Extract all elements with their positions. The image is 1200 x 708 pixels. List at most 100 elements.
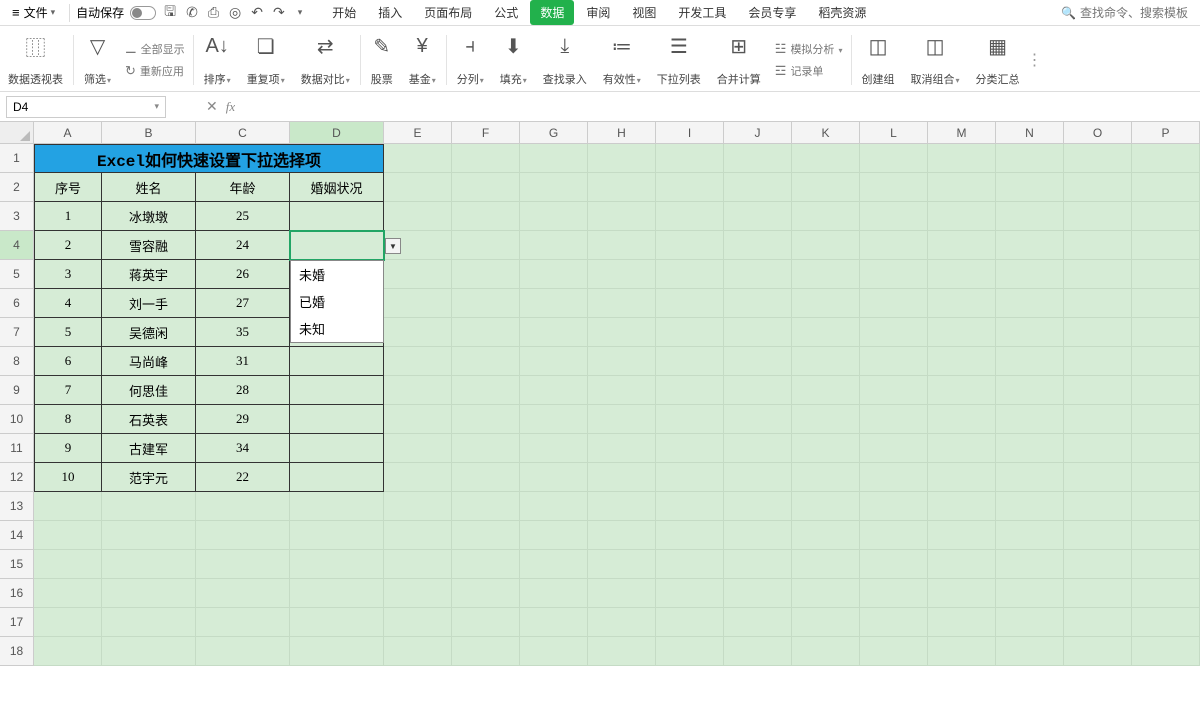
cell-G5[interactable] xyxy=(520,260,588,289)
cell-J17[interactable] xyxy=(724,608,792,637)
cell-L10[interactable] xyxy=(860,405,928,434)
cell-D4[interactable]: ▼ xyxy=(290,231,384,260)
validation-dropdown[interactable]: 未婚已婚未知 xyxy=(290,260,384,343)
cell-G3[interactable] xyxy=(520,202,588,231)
cell-E8[interactable] xyxy=(384,347,452,376)
cell-G6[interactable] xyxy=(520,289,588,318)
cell-E13[interactable] xyxy=(384,492,452,521)
cell-G8[interactable] xyxy=(520,347,588,376)
ribbon-分列[interactable]: ⫞分列▾ xyxy=(449,30,492,89)
cell-B7[interactable]: 吴德闲 xyxy=(102,318,196,347)
select-all-corner[interactable] xyxy=(0,122,34,143)
cell-B5[interactable]: 蒋英宇 xyxy=(102,260,196,289)
cell-H13[interactable] xyxy=(588,492,656,521)
cell-G14[interactable] xyxy=(520,521,588,550)
cell-E16[interactable] xyxy=(384,579,452,608)
cell-I12[interactable] xyxy=(656,463,724,492)
cell-O17[interactable] xyxy=(1064,608,1132,637)
cell-A7[interactable]: 5 xyxy=(34,318,102,347)
cell-B11[interactable]: 古建军 xyxy=(102,434,196,463)
row-header-13[interactable]: 13 xyxy=(0,492,34,521)
chevron-down-icon[interactable]: ▾ xyxy=(154,101,159,112)
cell-E18[interactable] xyxy=(384,637,452,666)
cell-J5[interactable] xyxy=(724,260,792,289)
cell-N2[interactable] xyxy=(996,173,1064,202)
cell-K9[interactable] xyxy=(792,376,860,405)
print-icon[interactable]: ⎙ xyxy=(208,4,219,21)
col-header-G[interactable]: G xyxy=(520,122,588,143)
tab-公式[interactable]: 公式 xyxy=(484,0,528,25)
ribbon-重新应用[interactable]: ↻重新应用 xyxy=(125,63,185,79)
cell-P12[interactable] xyxy=(1132,463,1200,492)
row-header-9[interactable]: 9 xyxy=(0,376,34,405)
col-header-E[interactable]: E xyxy=(384,122,452,143)
cell-N10[interactable] xyxy=(996,405,1064,434)
cell-F13[interactable] xyxy=(452,492,520,521)
cell-J4[interactable] xyxy=(724,231,792,260)
cell-A18[interactable] xyxy=(34,637,102,666)
cell-M8[interactable] xyxy=(928,347,996,376)
cell-A5[interactable]: 3 xyxy=(34,260,102,289)
cell-C13[interactable] xyxy=(196,492,290,521)
cell-P13[interactable] xyxy=(1132,492,1200,521)
cell-F5[interactable] xyxy=(452,260,520,289)
row-header-11[interactable]: 11 xyxy=(0,434,34,463)
cell-L15[interactable] xyxy=(860,550,928,579)
cell-L18[interactable] xyxy=(860,637,928,666)
cell-J9[interactable] xyxy=(724,376,792,405)
cell-O11[interactable] xyxy=(1064,434,1132,463)
cell-O13[interactable] xyxy=(1064,492,1132,521)
preview-icon[interactable]: ◎ xyxy=(229,4,241,21)
cell-I15[interactable] xyxy=(656,550,724,579)
cell-K16[interactable] xyxy=(792,579,860,608)
cell-O7[interactable] xyxy=(1064,318,1132,347)
col-header-B[interactable]: B xyxy=(102,122,196,143)
cell-A15[interactable] xyxy=(34,550,102,579)
ribbon-记录单[interactable]: ☲记录单 xyxy=(775,63,843,79)
cell-O1[interactable] xyxy=(1064,144,1132,173)
cell-P18[interactable] xyxy=(1132,637,1200,666)
cell-E12[interactable] xyxy=(384,463,452,492)
dropdown-option-已婚[interactable]: 已婚 xyxy=(291,288,383,315)
cell-P6[interactable] xyxy=(1132,289,1200,318)
cell-D15[interactable] xyxy=(290,550,384,579)
cell-L1[interactable] xyxy=(860,144,928,173)
cell-O15[interactable] xyxy=(1064,550,1132,579)
save-icon[interactable]: 🖫 xyxy=(164,1,176,25)
cell-L9[interactable] xyxy=(860,376,928,405)
col-header-L[interactable]: L xyxy=(860,122,928,143)
row-header-7[interactable]: 7 xyxy=(0,318,34,347)
cell-F2[interactable] xyxy=(452,173,520,202)
cell-G17[interactable] xyxy=(520,608,588,637)
cell-A3[interactable]: 1 xyxy=(34,202,102,231)
cell-F17[interactable] xyxy=(452,608,520,637)
cell-G18[interactable] xyxy=(520,637,588,666)
cell-K12[interactable] xyxy=(792,463,860,492)
cell-P11[interactable] xyxy=(1132,434,1200,463)
cell-F18[interactable] xyxy=(452,637,520,666)
cell-J14[interactable] xyxy=(724,521,792,550)
cell-B13[interactable] xyxy=(102,492,196,521)
cell-C12[interactable]: 22 xyxy=(196,463,290,492)
cell-N8[interactable] xyxy=(996,347,1064,376)
cell-G11[interactable] xyxy=(520,434,588,463)
cell-N14[interactable] xyxy=(996,521,1064,550)
cell-M18[interactable] xyxy=(928,637,996,666)
ribbon-筛选[interactable]: ▽筛选▾ xyxy=(76,30,119,89)
cell-P17[interactable] xyxy=(1132,608,1200,637)
cell-D3[interactable] xyxy=(290,202,384,231)
ribbon-合并计算[interactable]: ⊞合并计算 xyxy=(709,30,769,89)
ribbon-overflow[interactable]: ⋮ xyxy=(1028,30,1042,89)
cell-K7[interactable] xyxy=(792,318,860,347)
col-header-O[interactable]: O xyxy=(1064,122,1132,143)
cell-B15[interactable] xyxy=(102,550,196,579)
cell-I3[interactable] xyxy=(656,202,724,231)
cell-G7[interactable] xyxy=(520,318,588,347)
ribbon-数据对比[interactable]: ⇄数据对比▾ xyxy=(293,30,358,89)
cell-K1[interactable] xyxy=(792,144,860,173)
cell-E9[interactable] xyxy=(384,376,452,405)
cell-B3[interactable]: 冰墩墩 xyxy=(102,202,196,231)
cell-A13[interactable] xyxy=(34,492,102,521)
cell-K15[interactable] xyxy=(792,550,860,579)
ribbon-排序[interactable]: A↓排序▾ xyxy=(196,30,239,89)
